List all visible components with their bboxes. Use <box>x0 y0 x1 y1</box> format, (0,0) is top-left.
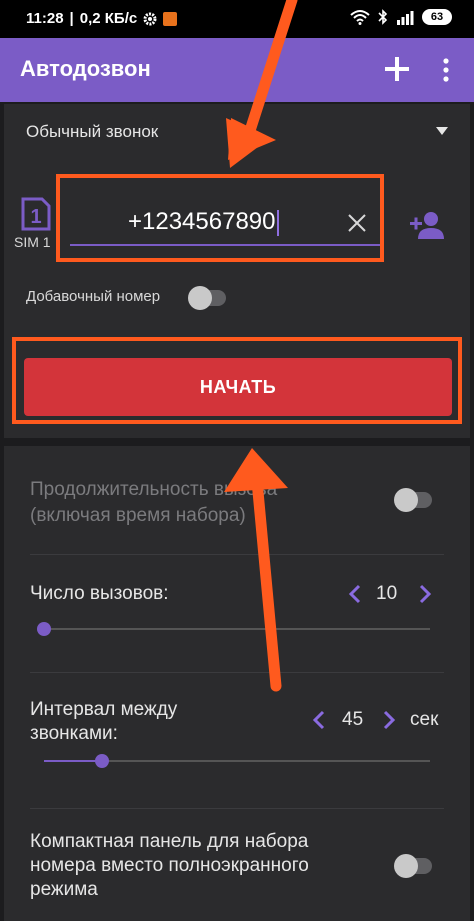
add-icon[interactable] <box>382 54 412 84</box>
start-button[interactable]: НАЧАТЬ <box>24 358 452 416</box>
wifi-icon <box>350 10 370 25</box>
extension-label: Добавочный номер <box>26 288 161 305</box>
interval-value: 45 <box>342 709 364 730</box>
toggle-knob <box>394 488 418 512</box>
interval-line1: Интервал между <box>30 699 178 720</box>
phone-input[interactable]: +1234567890 <box>70 202 384 246</box>
divider <box>30 808 444 809</box>
signal-icon <box>397 11 414 25</box>
call-count-value: 10 <box>376 583 398 604</box>
chevron-left-icon[interactable] <box>348 584 362 604</box>
app-bar: Автодозвон <box>0 38 474 102</box>
bluetooth-icon <box>378 9 388 25</box>
phone-value[interactable]: +1234567890 <box>128 208 279 236</box>
status-bar: 11:28 | 0,2 КБ/с 63 <box>0 0 474 38</box>
sim-icon[interactable]: 1 <box>20 196 52 232</box>
duration-line1: Продолжительность вызова <box>30 479 278 500</box>
extension-toggle[interactable] <box>188 286 226 310</box>
network-speed: 0,2 КБ/с <box>79 10 138 27</box>
interval-unit: сек <box>410 709 439 730</box>
divider <box>30 554 444 555</box>
call-count-slider[interactable] <box>44 628 430 630</box>
dropdown-icon[interactable] <box>434 126 450 136</box>
sim-label[interactable]: SIM 1 <box>14 234 51 250</box>
chevron-left-icon[interactable] <box>312 710 326 730</box>
add-contact-icon[interactable] <box>408 210 446 240</box>
compact-line1: Компактная панель для набора <box>30 831 309 852</box>
call-count-label: Число вызовов: <box>30 583 169 604</box>
sim-number: 1 <box>30 206 41 228</box>
compact-line2: номера вместо полноэкранного <box>30 855 309 876</box>
settings-card: Продолжительность вызова (включая время … <box>4 446 470 921</box>
status-time: 11:28 <box>26 10 64 27</box>
call-count-slider-thumb[interactable] <box>37 622 51 636</box>
app-title: Автодозвон <box>20 56 151 81</box>
battery-indicator: 63 <box>422 9 452 25</box>
call-type-select[interactable]: Обычный звонок <box>26 122 158 142</box>
clear-icon[interactable] <box>346 212 368 234</box>
notification-app-icon <box>163 11 178 26</box>
dialer-card: Обычный звонок 1 SIM 1 +1234567890 Добав… <box>4 104 470 438</box>
chevron-right-icon[interactable] <box>418 584 432 604</box>
duration-toggle[interactable] <box>394 488 432 512</box>
interval-line2: звонками: <box>30 723 118 744</box>
compact-line3: режима <box>30 879 98 900</box>
interval-slider-fill <box>44 760 102 762</box>
more-icon[interactable] <box>436 56 456 84</box>
toggle-knob <box>188 286 212 310</box>
divider <box>30 672 444 673</box>
interval-slider-thumb[interactable] <box>95 754 109 768</box>
text-caret <box>276 209 279 236</box>
duration-line2: (включая время набора) <box>30 505 246 526</box>
chevron-right-icon[interactable] <box>382 710 396 730</box>
compact-toggle[interactable] <box>394 854 432 878</box>
toggle-knob <box>394 854 418 878</box>
gear-icon <box>143 12 157 25</box>
